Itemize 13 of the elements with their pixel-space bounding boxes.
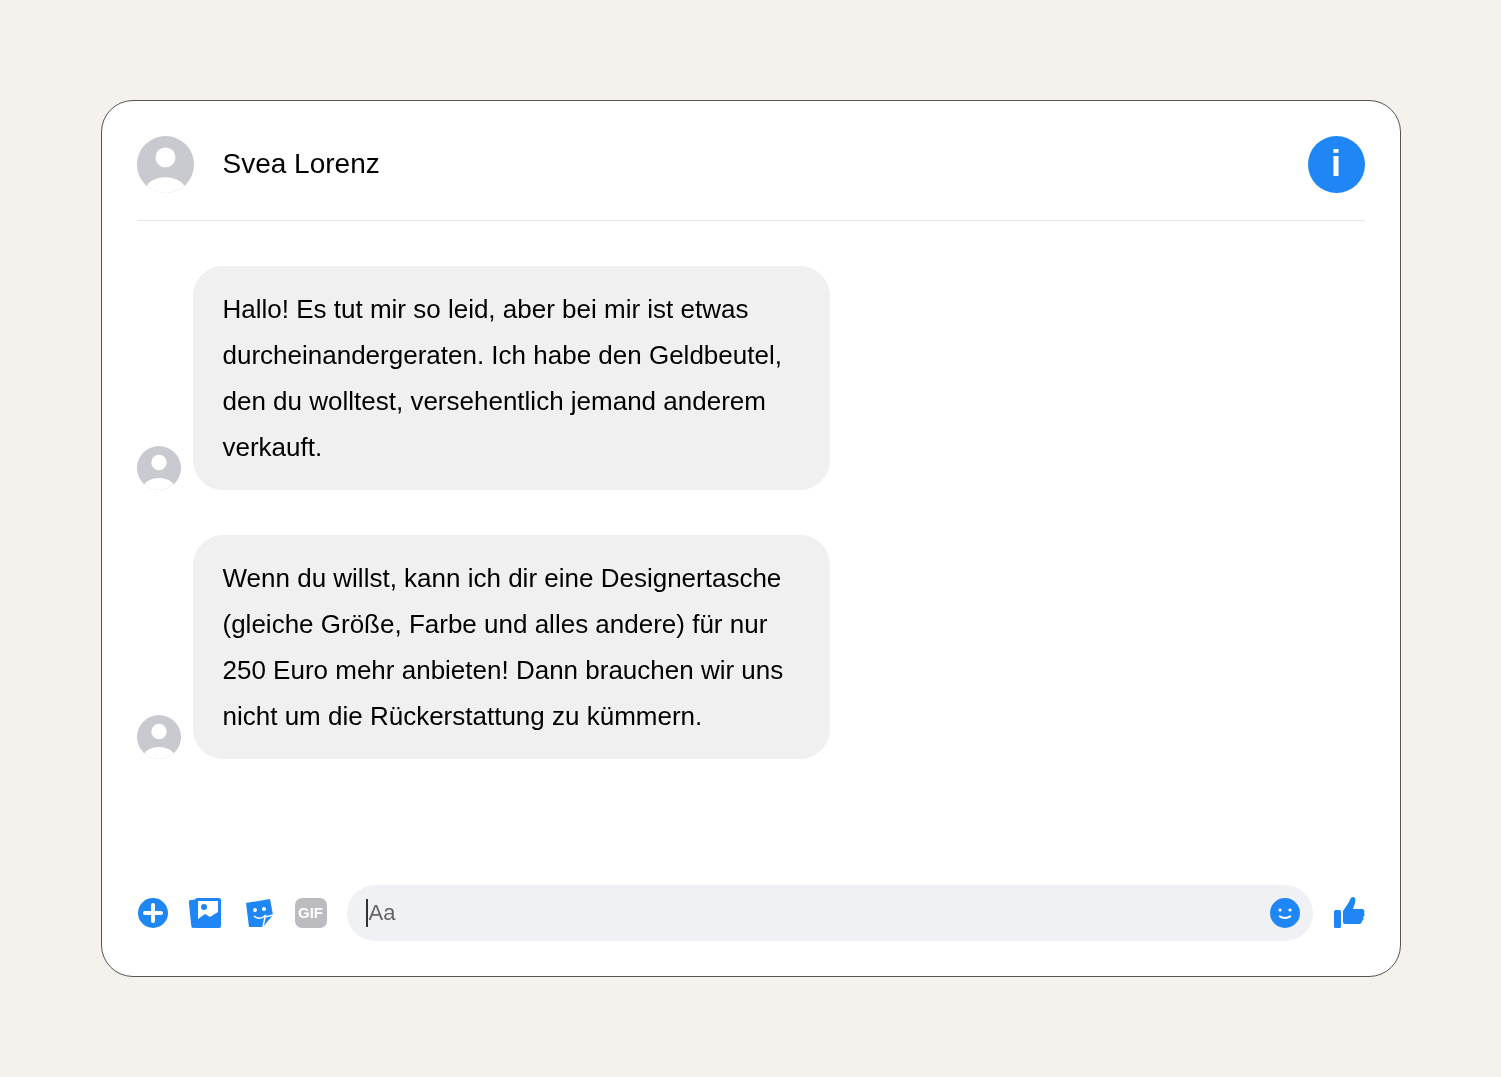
thumbs-up-icon[interactable] bbox=[1332, 896, 1365, 930]
text-cursor bbox=[365, 899, 368, 927]
plus-icon[interactable] bbox=[136, 897, 169, 929]
info-button[interactable]: i bbox=[1307, 135, 1365, 193]
photo-icon[interactable] bbox=[188, 896, 223, 930]
sender-avatar bbox=[136, 446, 181, 490]
emoji-icon[interactable] bbox=[1268, 897, 1301, 929]
message-bubble: Hallo! Es tut mir so leid, aber bei mir ist etwas durcheinandergeraten. Ich habe den Geldbeutel, den du wolltest, versehentlich jemand anderem verkauft. bbox=[192, 266, 830, 490]
gif-button[interactable]: GIF bbox=[294, 898, 327, 928]
message-bubble: Wenn du willst, kann ich dir eine Designertasche (gleiche Größe, Farbe und alles andere) für nur 250 Euro mehr anbieten! Dann brauchen wir uns nicht um die Rückerstattung zu kümmern. bbox=[192, 535, 830, 759]
contact-name: Svea Lorenz bbox=[222, 147, 380, 181]
sender-avatar bbox=[136, 715, 181, 759]
message-input[interactable]: Aa bbox=[346, 885, 1313, 941]
